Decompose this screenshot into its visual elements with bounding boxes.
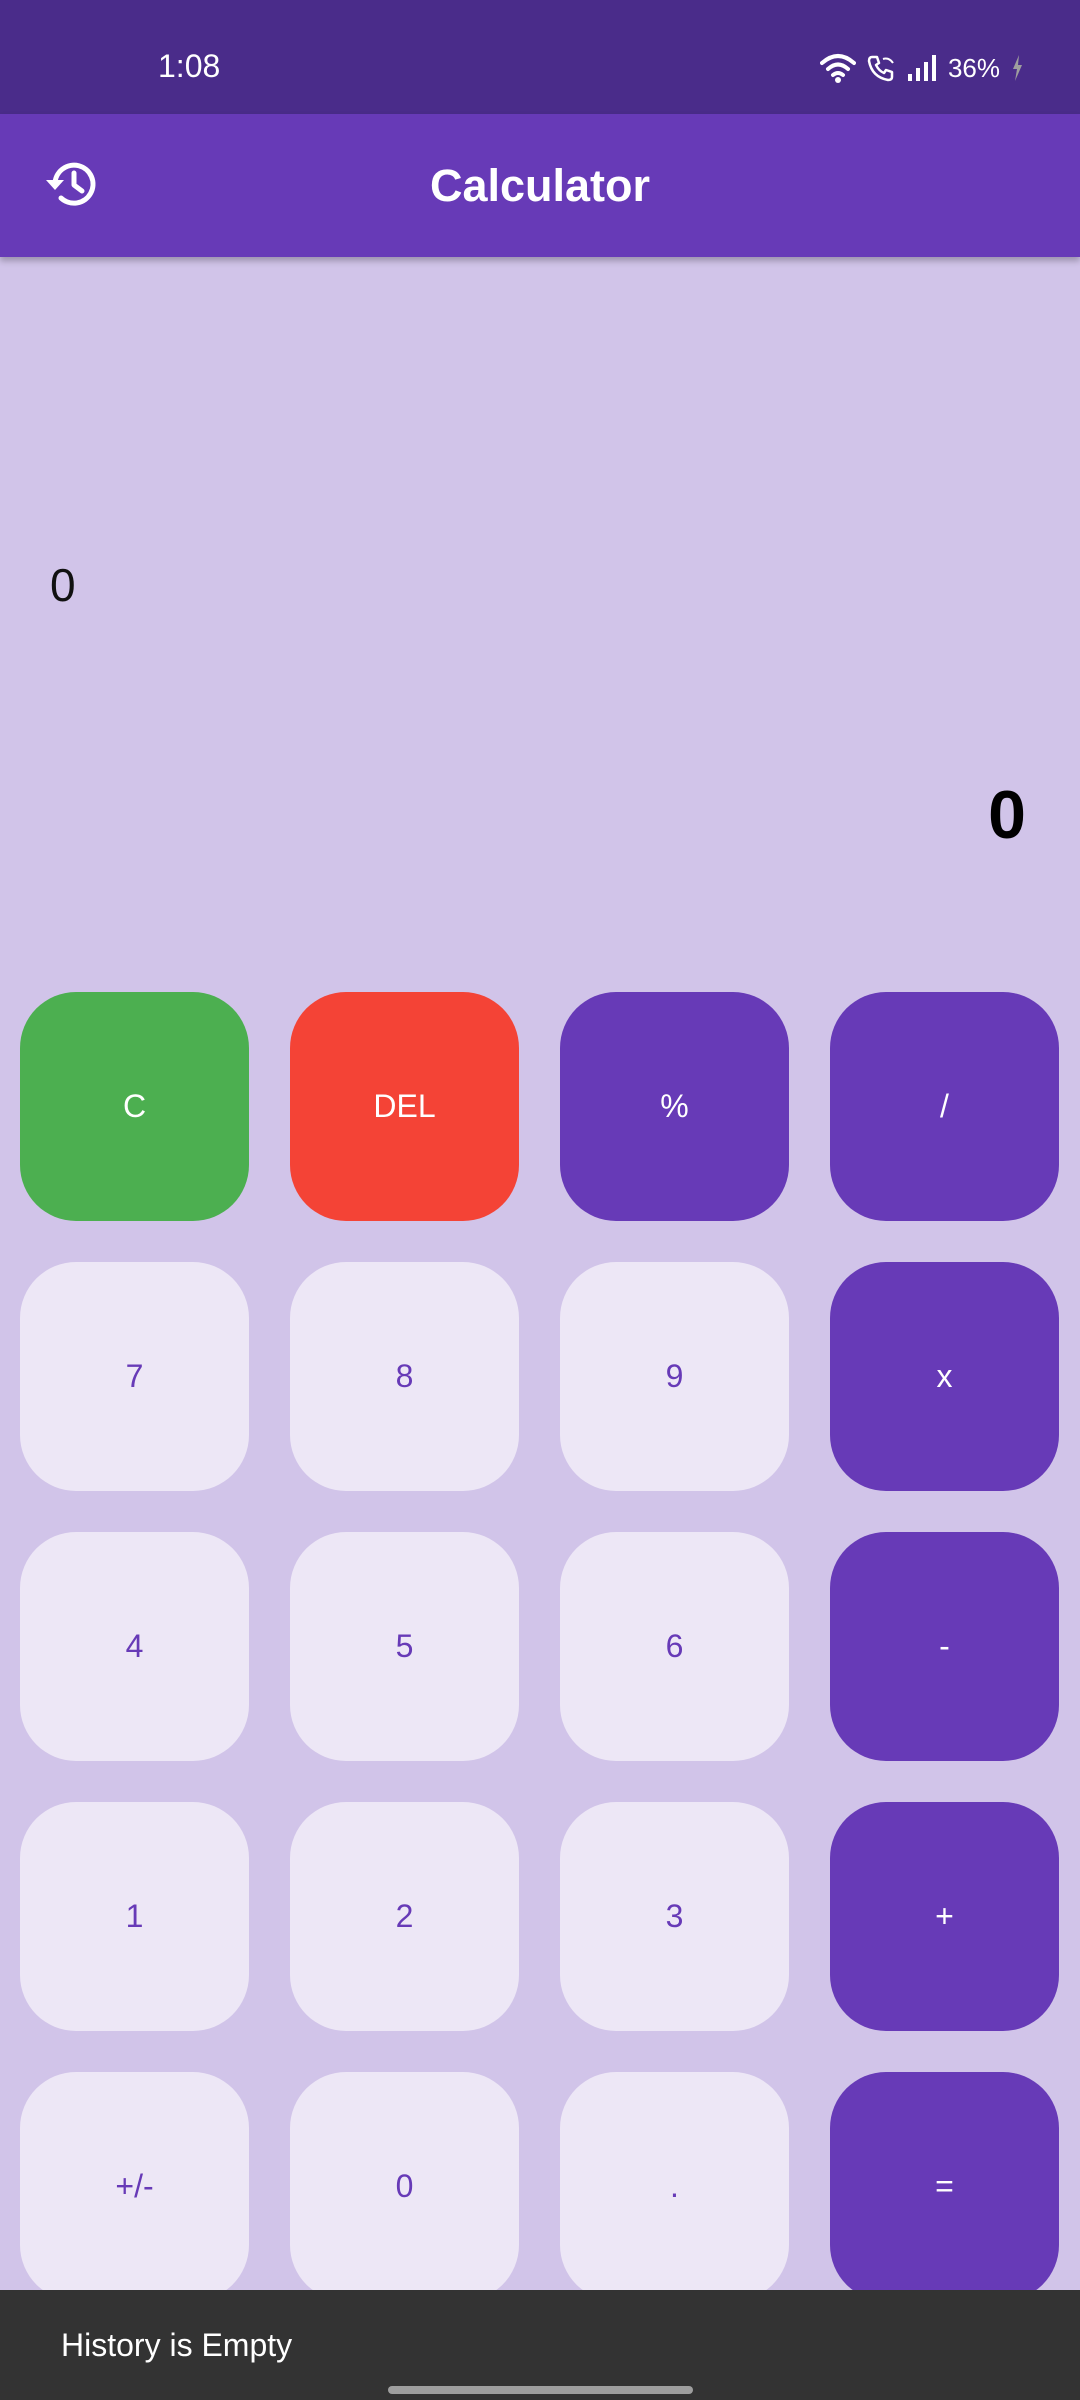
- multiply-button[interactable]: x: [830, 1262, 1059, 1491]
- status-icons: 36%: [819, 48, 1024, 88]
- wifi-calling-icon: [866, 53, 896, 83]
- digit-3-button[interactable]: 3: [560, 1802, 789, 2031]
- digit-0-button[interactable]: 0: [290, 2072, 519, 2301]
- status-time: 1:08: [158, 48, 221, 84]
- snackbar: History is Empty: [0, 2290, 1080, 2400]
- status-bar: 1:08 36%: [0, 0, 1080, 114]
- result-display: 0: [988, 777, 1026, 853]
- digit-9-button[interactable]: 9: [560, 1262, 789, 1491]
- digit-8-button[interactable]: 8: [290, 1262, 519, 1491]
- percent-button[interactable]: %: [560, 992, 789, 1221]
- charging-icon: [1010, 53, 1024, 83]
- digit-7-button[interactable]: 7: [20, 1262, 249, 1491]
- digit-4-button[interactable]: 4: [20, 1532, 249, 1761]
- app-bar: Calculator: [0, 114, 1080, 257]
- subtract-button[interactable]: -: [830, 1532, 1059, 1761]
- snackbar-message: History is Empty: [61, 2327, 293, 2363]
- digit-2-button[interactable]: 2: [290, 1802, 519, 2031]
- digit-1-button[interactable]: 1: [20, 1802, 249, 2031]
- home-indicator[interactable]: [388, 2386, 693, 2394]
- digit-6-button[interactable]: 6: [560, 1532, 789, 1761]
- add-button[interactable]: +: [830, 1802, 1059, 2031]
- delete-button[interactable]: DEL: [290, 992, 519, 1221]
- wifi-icon: [819, 53, 856, 83]
- keypad: C DEL % / 7 8 9 x 4 5 6 - 1 2 3 + +/- 0 …: [0, 0, 1080, 2400]
- clear-button[interactable]: C: [20, 992, 249, 1221]
- history-button[interactable]: [36, 150, 108, 222]
- decimal-button[interactable]: .: [560, 2072, 789, 2301]
- digit-5-button[interactable]: 5: [290, 1532, 519, 1761]
- battery-percent: 36%: [947, 53, 1000, 83]
- app-title: Calculator: [429, 160, 651, 211]
- signal-icon: [906, 53, 938, 83]
- expression-display: 0: [50, 559, 76, 611]
- equals-button[interactable]: =: [830, 2072, 1059, 2301]
- history-icon: [42, 154, 102, 219]
- divide-button[interactable]: /: [830, 992, 1059, 1221]
- sign-toggle-button[interactable]: +/-: [20, 2072, 249, 2301]
